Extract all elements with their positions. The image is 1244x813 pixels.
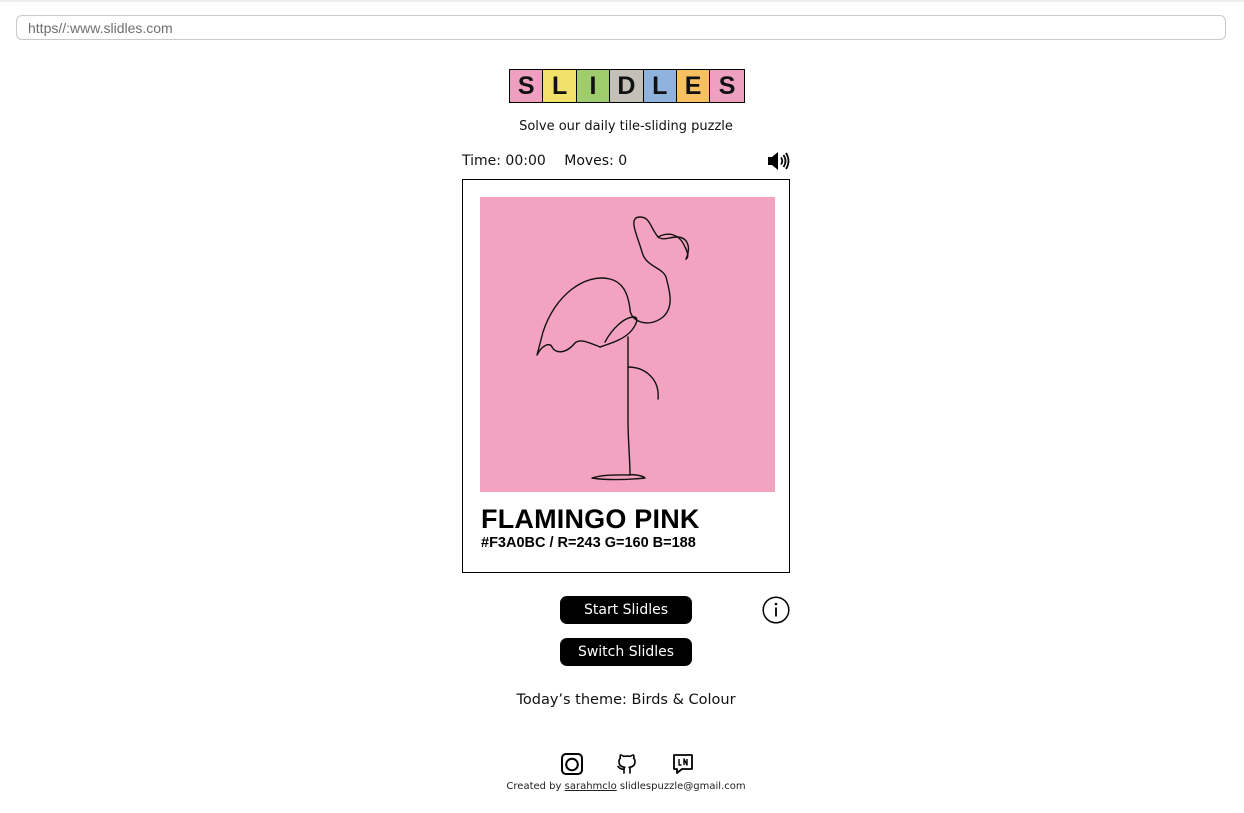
linkedin-icon[interactable] <box>671 752 695 776</box>
color-name: FLAMINGO PINK <box>481 504 700 534</box>
browser-top-border <box>0 0 1244 2</box>
timer: Time: 00:00 <box>462 153 546 169</box>
puzzle-card[interactable]: FLAMINGO PINK #F3A0BC / R=243 G=160 B=18… <box>462 179 790 573</box>
contact-email: slidlespuzzle@gmail.com <box>619 781 746 792</box>
logo-tile: L <box>543 70 577 102</box>
logo-tile: L <box>643 70 677 102</box>
tagline: Solve our daily tile-sliding puzzle <box>519 119 733 134</box>
move-counter: Moves: 0 <box>564 153 628 169</box>
color-code: #F3A0BC / R=243 G=160 B=188 <box>481 535 696 551</box>
github-icon[interactable] <box>615 752 639 776</box>
logo-tile: I <box>576 70 611 102</box>
instagram-icon[interactable] <box>560 752 584 776</box>
daily-theme: Today’s theme: Birds & Colour <box>516 692 736 708</box>
footer-credits: Created by sarahmclo slidlespuzzle@gmail… <box>0 781 1244 792</box>
logo-tile: D <box>610 70 644 102</box>
slidles-logo: S L I D L E S <box>509 69 745 103</box>
author-link[interactable]: sarahmclo <box>565 781 617 792</box>
start-button[interactable]: Start Slidles <box>560 596 692 624</box>
switch-button[interactable]: Switch Slidles <box>560 638 692 666</box>
game-stats: Time: 00:00 Moves: 0 <box>462 153 641 169</box>
logo-tile: E <box>676 70 711 102</box>
info-icon[interactable] <box>762 596 790 624</box>
credits-prefix: Created by <box>506 781 562 792</box>
speaker-icon[interactable] <box>766 150 792 172</box>
logo-tile: S <box>710 70 744 102</box>
color-swatch <box>480 197 775 492</box>
logo-tile: S <box>510 70 544 102</box>
url-bar[interactable]: https//:www.slidles.com <box>16 15 1226 40</box>
